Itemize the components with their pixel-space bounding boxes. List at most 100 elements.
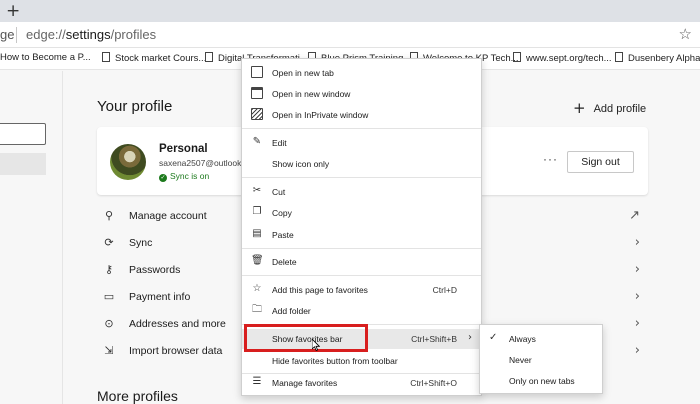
row-label: Addresses and more (129, 318, 226, 330)
menu-item-cut[interactable]: ✂ Cut (242, 182, 481, 202)
menu-shortcut: Ctrl+Shift+B (411, 334, 457, 344)
copy-icon: ❐ (252, 206, 262, 217)
favorite-item[interactable]: How to Become a P... (0, 52, 91, 63)
address-prefix: ge (0, 27, 15, 42)
menu-item-add-page-to-favorites[interactable]: ☆ Add this page to favorites Ctrl+D (242, 280, 481, 300)
favorite-item[interactable]: Stock market Cours... (102, 52, 206, 64)
menu-label: Hide favorites button from toolbar (272, 356, 398, 366)
menu-label: Manage favorites (272, 378, 338, 388)
more-profiles-heading: More profiles (97, 388, 178, 404)
menu-item-show-icon-only[interactable]: Show icon only (242, 154, 481, 174)
favorite-label: Stock market Cours... (115, 53, 207, 64)
menu-label: Add this page to favorites (272, 285, 368, 295)
new-tab-icon (251, 66, 263, 78)
favorite-label: Dusenbery Alpha S... (628, 53, 700, 64)
menu-item-hide-favorites-button[interactable]: Hide favorites button from toolbar (242, 351, 481, 371)
menu-divider (242, 177, 481, 178)
menu-label: Copy (272, 208, 292, 218)
sign-out-button[interactable]: Sign out (567, 151, 634, 173)
submenu-item-new-tabs-only[interactable]: Only on new tabs (480, 371, 602, 391)
address-bar[interactable]: ge edge://settings/profiles ☆ (0, 22, 700, 48)
menu-label: Open in new tab (272, 68, 334, 78)
url-text[interactable]: edge://settings/profiles (26, 27, 156, 42)
url-path: /profiles (110, 27, 157, 42)
menu-shortcut: Ctrl+Shift+O (410, 378, 457, 388)
chevron-right-icon: › (468, 332, 472, 343)
checkmark-icon: ✓ (489, 332, 498, 343)
add-profile-button[interactable]: + Add profile (573, 99, 646, 117)
avatar (110, 144, 146, 180)
row-label: Import browser data (129, 345, 223, 357)
card-icon: ▭ (103, 290, 115, 303)
chevron-right-icon: › (634, 289, 640, 304)
location-icon: ⊙ (104, 317, 114, 330)
submenu-label: Only on new tabs (509, 376, 575, 386)
page-title: Your profile (97, 98, 173, 115)
menu-label: Cut (272, 187, 286, 197)
menu-item-manage-favorites[interactable]: ☰ Manage favorites Ctrl+Shift+O (242, 373, 481, 393)
menu-item-edit[interactable]: ✎ Edit (242, 133, 481, 153)
star-icon[interactable]: ☆ (679, 25, 692, 43)
settings-sidebar (0, 71, 63, 404)
inprivate-icon (251, 108, 263, 120)
pencil-icon: ✎ (252, 136, 262, 147)
menu-item-open-new-window[interactable]: Open in new window (242, 84, 481, 104)
document-icon (615, 52, 623, 62)
favorite-item[interactable]: www.sept.org/tech... (513, 52, 612, 64)
favorite-label: www.sept.org/tech... (526, 53, 612, 64)
submenu-item-always[interactable]: ✓ Always (480, 329, 602, 349)
row-label: Payment info (129, 291, 191, 303)
tab-strip: + (0, 0, 700, 22)
mouse-cursor-icon (312, 339, 320, 351)
url-settings: settings (65, 27, 111, 42)
chevron-right-icon: › (634, 316, 640, 331)
menu-label: Show icon only (272, 159, 330, 169)
row-label: Manage account (129, 210, 207, 222)
window-icon (251, 87, 263, 99)
external-link-icon: ↗ (629, 208, 640, 223)
folder-icon: 🗀 (252, 304, 262, 315)
add-profile-label: Add profile (593, 103, 647, 115)
chevron-right-icon: › (634, 262, 640, 277)
menu-item-open-inprivate[interactable]: Open in InPrivate window (242, 105, 481, 125)
menu-label: Open in InPrivate window (272, 110, 369, 120)
chevron-right-icon: › (634, 235, 640, 250)
menu-label: Paste (272, 230, 294, 240)
more-options-button[interactable]: ··· (543, 152, 558, 166)
sidebar-item-profiles[interactable] (0, 153, 46, 175)
menu-item-delete[interactable]: 🗑 Delete (242, 252, 481, 272)
menu-label: Edit (272, 138, 287, 148)
menu-item-open-new-tab[interactable]: Open in new tab (242, 63, 481, 83)
sync-status-label: Sync is on (170, 171, 210, 181)
menu-item-add-folder[interactable]: 🗀 Add folder (242, 301, 481, 321)
scissors-icon: ✂ (252, 185, 262, 196)
plus-icon: + (573, 99, 586, 117)
menu-item-copy[interactable]: ❐ Copy (242, 203, 481, 223)
new-tab-plus-icon[interactable]: + (6, 1, 20, 21)
import-icon: ⇲ (104, 344, 114, 357)
highlight-box (244, 324, 368, 352)
document-icon (205, 52, 213, 62)
paste-icon: ▤ (252, 228, 262, 239)
menu-label: Add folder (272, 306, 311, 316)
menu-label: Open in new window (272, 89, 351, 99)
submenu-label: Never (509, 355, 532, 365)
favorite-item[interactable]: Dusenbery Alpha S... (615, 52, 700, 64)
menu-shortcut: Ctrl+D (432, 285, 457, 295)
menu-divider (242, 128, 481, 129)
submenu-item-never[interactable]: Never (480, 350, 602, 370)
check-icon: ✓ (159, 174, 167, 182)
trash-icon: 🗑 (251, 255, 264, 266)
chevron-right-icon: › (634, 343, 640, 358)
row-label: Passwords (129, 264, 181, 276)
favorites-bar-submenu: ✓ Always Never Only on new tabs (479, 324, 603, 394)
row-label: Sync (129, 237, 153, 249)
search-settings-input[interactable] (0, 123, 46, 145)
star-plus-icon: ☆ (252, 283, 262, 294)
url-host: edge:// (26, 27, 66, 42)
menu-label: Delete (272, 257, 297, 267)
sync-icon: ⟳ (104, 236, 114, 249)
sync-status: ✓ Sync is on (159, 171, 209, 182)
address-divider (16, 27, 17, 43)
menu-item-paste[interactable]: ▤ Paste (242, 225, 481, 245)
